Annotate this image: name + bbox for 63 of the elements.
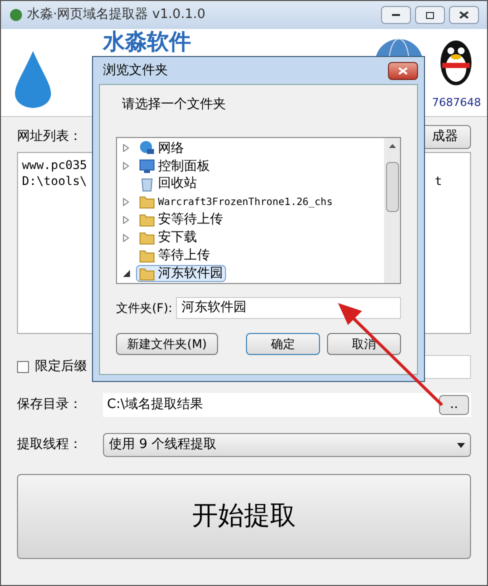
save-dir-label: 保存目录： (17, 396, 83, 414)
url-line: D:\tools\ (22, 173, 88, 189)
collapsed-arrow-icon (123, 162, 129, 170)
window-title: 水淼·网页域名提取器 v1.0.1.0 (27, 6, 206, 24)
close-icon (459, 11, 469, 19)
collapsed-arrow-icon (123, 144, 129, 152)
tree-item-label: 网络 (158, 140, 184, 158)
logo-text: 水淼软件 (103, 30, 191, 56)
tree-item[interactable]: 安下载 (123, 228, 384, 247)
folder-input[interactable]: 河东软件园 (176, 296, 401, 318)
folder-icon (139, 212, 155, 228)
folder-icon (139, 194, 155, 210)
scrollbar[interactable] (384, 138, 400, 282)
folder-icon (139, 248, 155, 264)
tree-item-label: 回收站 (158, 175, 197, 194)
tree-item-label: 安等待上传 (158, 211, 223, 230)
scroll-up-icon[interactable] (388, 144, 396, 148)
threads-dropdown[interactable]: 使用 9 个线程提取 (103, 433, 471, 457)
dialog-button[interactable]: 确定 (246, 332, 320, 354)
caret-icon (457, 442, 465, 448)
save-dir-field[interactable]: C:\域名提取结果 .. (103, 393, 471, 417)
collapsed-arrow-icon (123, 198, 129, 206)
folder-icon (139, 266, 155, 282)
tree-item[interactable]: 等待上传 (123, 246, 384, 265)
close-button[interactable] (449, 6, 479, 24)
tree-item[interactable]: 网络 (123, 140, 384, 158)
globe-icon (139, 140, 155, 156)
tree-item-label: 等待上传 (158, 246, 210, 265)
dialog-close-button[interactable] (388, 62, 418, 80)
browse-button[interactable]: .. (439, 395, 469, 415)
folder-label: 文件夹(F): (116, 300, 172, 316)
expanded-arrow-icon (123, 270, 130, 278)
tree-item[interactable]: 控制面板 (123, 157, 384, 176)
start-button[interactable]: 开始提取 (17, 474, 471, 559)
minimize-button[interactable] (381, 6, 411, 24)
folder-icon (139, 230, 155, 246)
tree-item[interactable]: Warcraft3FrozenThrone1.26_chs (123, 193, 384, 211)
tree-item-label: 河东软件园 (158, 264, 223, 282)
app-icon (9, 8, 23, 22)
maximize-button[interactable] (415, 6, 445, 24)
close-icon (398, 66, 408, 74)
scrollbar-thumb[interactable] (386, 162, 398, 212)
collapsed-arrow-icon (123, 234, 129, 242)
dialog-title: 浏览文件夹 (103, 62, 168, 80)
water-drop-logo-icon (13, 49, 53, 109)
tree-item-label: Warcraft3FrozenThrone1.26_chs (158, 196, 333, 210)
monitor-icon (139, 158, 155, 174)
tree-item[interactable]: 回收站 (123, 175, 384, 194)
tree-item[interactable]: 安等待上传 (123, 211, 384, 229)
suffix-checkbox[interactable] (17, 361, 29, 373)
tree-item-label: 控制面板 (158, 158, 210, 176)
threads-label: 提取线程： (17, 436, 83, 454)
url-line: www.pc035 (22, 157, 88, 173)
tree-item-label: 安下载 (158, 229, 197, 248)
suffix-label: 限定后缀 (35, 358, 87, 376)
dialog-prompt: 请选择一个文件夹 (122, 96, 227, 114)
dialog-button[interactable]: 新建文件夹(M) (116, 332, 218, 354)
url-list-label: 网址列表： (17, 128, 82, 146)
url-line: t (434, 173, 442, 189)
trash-bin-icon (139, 176, 155, 192)
tree-item[interactable]: 河东软件园 (123, 264, 384, 282)
collapsed-arrow-icon (123, 216, 129, 224)
dialog-button[interactable]: 取消 (327, 332, 401, 354)
